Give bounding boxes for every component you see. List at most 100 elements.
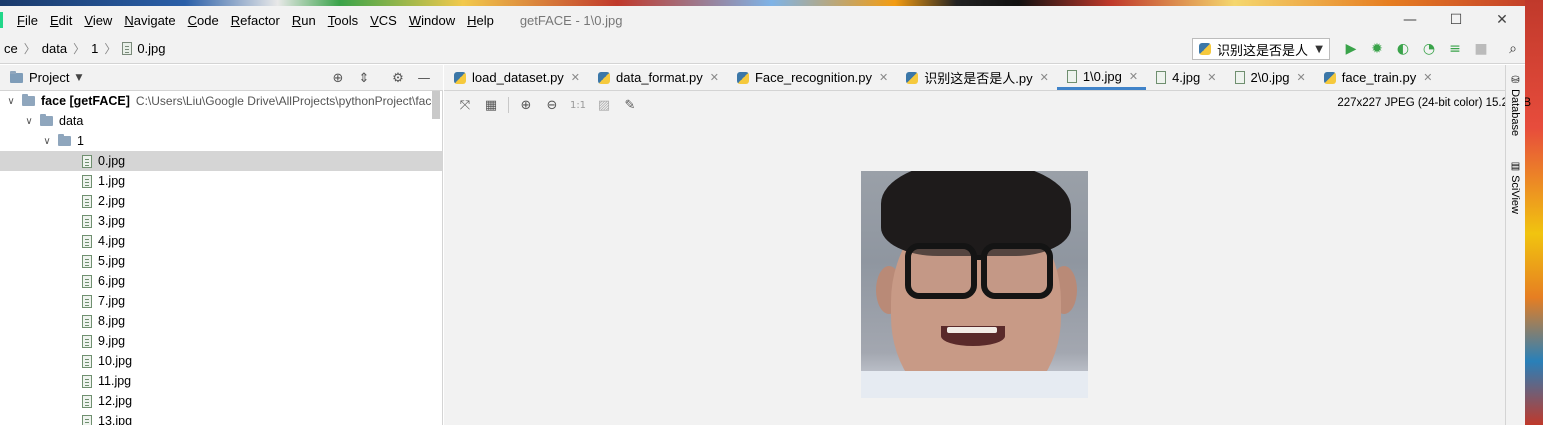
tree-folder-data[interactable]: ∨ data <box>0 111 442 131</box>
color-picker-icon[interactable]: ✎ <box>617 92 643 118</box>
tab-label: 2\0.jpg <box>1250 70 1290 85</box>
tab-4-jpg[interactable]: 4.jpg ✕ <box>1146 65 1224 90</box>
tab-is-person[interactable]: 识别这是否是人.py ✕ <box>896 65 1057 90</box>
grid-icon[interactable]: ▦ <box>478 92 504 118</box>
tree-file[interactable]: 5.jpg <box>0 251 442 271</box>
close-icon[interactable]: ✕ <box>1479 6 1525 34</box>
menu-window[interactable]: Window <box>403 13 461 28</box>
run-toolbar: ▶ ✹ ◐ ◔ ≡ ■ ⌕ <box>1338 34 1526 64</box>
tree-root[interactable]: ∨ face [getFACE] C:\Users\Liu\Google Dri… <box>0 91 442 111</box>
navigation-bar: ce 〉 data 〉 1 〉 0.jpg 识别这是否是人 ▼ ▶ ✹ ◐ ◔ … <box>0 34 1525 64</box>
tree-file-label: 13.jpg <box>98 414 133 425</box>
close-tab-icon[interactable]: ✕ <box>1297 71 1306 84</box>
menu-refactor[interactable]: Refactor <box>225 13 286 28</box>
debug-icon[interactable]: ✹ <box>1364 34 1390 64</box>
tree-file[interactable]: 11.jpg <box>0 371 442 391</box>
tree-file[interactable]: 13.jpg <box>0 411 442 425</box>
tab-face-recognition[interactable]: Face_recognition.py ✕ <box>727 65 896 90</box>
tree-file[interactable]: 10.jpg <box>0 351 442 371</box>
image-file-icon <box>1234 71 1245 84</box>
tab-data-format[interactable]: data_format.py ✕ <box>588 65 727 90</box>
concurrency-icon[interactable]: ≡ <box>1442 34 1468 64</box>
menu-navigate[interactable]: Navigate <box>118 13 181 28</box>
tree-file[interactable]: 8.jpg <box>0 311 442 331</box>
tab-label: data_format.py <box>616 70 703 85</box>
close-tab-icon[interactable]: ✕ <box>710 71 719 84</box>
menu-vcs[interactable]: VCS <box>364 13 403 28</box>
close-tab-icon[interactable]: ✕ <box>879 71 888 84</box>
close-tab-icon[interactable]: ✕ <box>1423 71 1432 84</box>
chevron-down-icon[interactable]: ∨ <box>40 136 54 147</box>
breadcrumb-file[interactable]: 0.jpg <box>118 41 169 56</box>
tree-file[interactable]: 3.jpg <box>0 211 442 231</box>
project-panel-title[interactable]: Project <box>29 70 69 85</box>
locate-file-icon[interactable]: ⊕ <box>325 65 351 91</box>
tree-file[interactable]: 6.jpg <box>0 271 442 291</box>
close-tab-icon[interactable]: ✕ <box>571 71 580 84</box>
tree-folder-1[interactable]: ∨ 1 <box>0 131 442 151</box>
tree-file[interactable]: 7.jpg <box>0 291 442 311</box>
zoom-out-icon[interactable]: ⊖ <box>539 92 565 118</box>
breadcrumb-folder-1[interactable]: 1 <box>87 41 102 56</box>
menu-help[interactable]: Help <box>461 13 500 28</box>
run-configuration-select[interactable]: 识别这是否是人 ▼ <box>1192 38 1330 60</box>
right-tool-strip: ⛁ Database ▤ SciView <box>1505 65 1525 425</box>
menu-file[interactable]: File <box>11 13 44 28</box>
menu-view[interactable]: View <box>78 13 118 28</box>
sciview-tool-button[interactable]: ▤ SciView <box>1509 161 1521 214</box>
image-file-icon <box>1066 69 1077 83</box>
gear-icon[interactable]: ⚙ <box>385 65 411 91</box>
coverage-icon[interactable]: ◐ <box>1390 34 1416 64</box>
tree-file[interactable]: 9.jpg <box>0 331 442 351</box>
tab-2-0-jpg[interactable]: 2\0.jpg ✕ <box>1225 65 1314 90</box>
tree-file[interactable]: 0.jpg <box>0 151 442 171</box>
collapse-all-icon[interactable]: ⇕ <box>351 65 377 91</box>
database-tool-button[interactable]: ⛁ Database <box>1509 75 1521 136</box>
image-file-icon <box>82 174 92 188</box>
chevron-down-icon[interactable]: ▼ <box>75 73 82 83</box>
search-icon[interactable]: ⌕ <box>1500 34 1526 64</box>
stop-icon[interactable]: ■ <box>1468 34 1494 64</box>
tree-file[interactable]: 4.jpg <box>0 231 442 251</box>
close-tab-icon[interactable]: ✕ <box>1040 71 1049 84</box>
tab-face-train[interactable]: face_train.py ✕ <box>1314 65 1441 90</box>
python-file-icon <box>906 71 919 84</box>
breadcrumb-separator-icon: 〉 <box>23 42 36 56</box>
tab-load-dataset[interactable]: load_dataset.py ✕ <box>444 65 588 90</box>
sciview-label: SciView <box>1509 175 1521 214</box>
scrollbar-thumb[interactable] <box>432 91 440 119</box>
zoom-in-icon[interactable]: ⊕ <box>513 92 539 118</box>
close-tab-icon[interactable]: ✕ <box>1207 71 1216 84</box>
actual-size-button[interactable]: 1:1 <box>565 92 591 118</box>
profile-icon[interactable]: ◔ <box>1416 34 1442 64</box>
image-file-icon <box>82 154 92 168</box>
menu-edit[interactable]: Edit <box>44 13 78 28</box>
breadcrumb-separator-icon: 〉 <box>73 42 86 56</box>
breadcrumb-data[interactable]: data <box>38 41 71 56</box>
chevron-down-icon[interactable]: ∨ <box>4 96 18 107</box>
menu-run[interactable]: Run <box>286 13 322 28</box>
run-configuration-label: 识别这是否是人 <box>1217 43 1309 59</box>
tree-file[interactable]: 2.jpg <box>0 191 442 211</box>
tree-file-label: 1.jpg <box>98 174 126 188</box>
fit-to-window-icon[interactable]: ⤧ <box>452 92 478 118</box>
tab-1-0-jpg[interactable]: 1\0.jpg ✕ <box>1056 65 1147 90</box>
run-icon[interactable]: ▶ <box>1338 34 1364 64</box>
tree-file[interactable]: 1.jpg <box>0 171 442 191</box>
minimize-icon[interactable]: — <box>1387 6 1433 34</box>
image-preview <box>861 171 1088 398</box>
close-tab-icon[interactable]: ✕ <box>1129 70 1138 83</box>
maximize-icon[interactable]: ☐ <box>1433 6 1479 34</box>
hide-panel-icon[interactable]: — <box>411 65 437 91</box>
chevron-down-icon[interactable]: ∨ <box>22 116 36 127</box>
menu-code[interactable]: Code <box>182 13 225 28</box>
breadcrumb-project[interactable]: ce <box>0 41 22 56</box>
background-icon[interactable]: ▨ <box>591 92 617 118</box>
python-file-icon <box>598 71 611 84</box>
tree-file-label: 10.jpg <box>98 354 133 368</box>
database-label: Database <box>1509 89 1521 137</box>
image-file-icon <box>82 314 92 328</box>
menu-tools[interactable]: Tools <box>322 13 364 28</box>
tree-file[interactable]: 12.jpg <box>0 391 442 411</box>
toolbar-separator <box>508 97 509 113</box>
